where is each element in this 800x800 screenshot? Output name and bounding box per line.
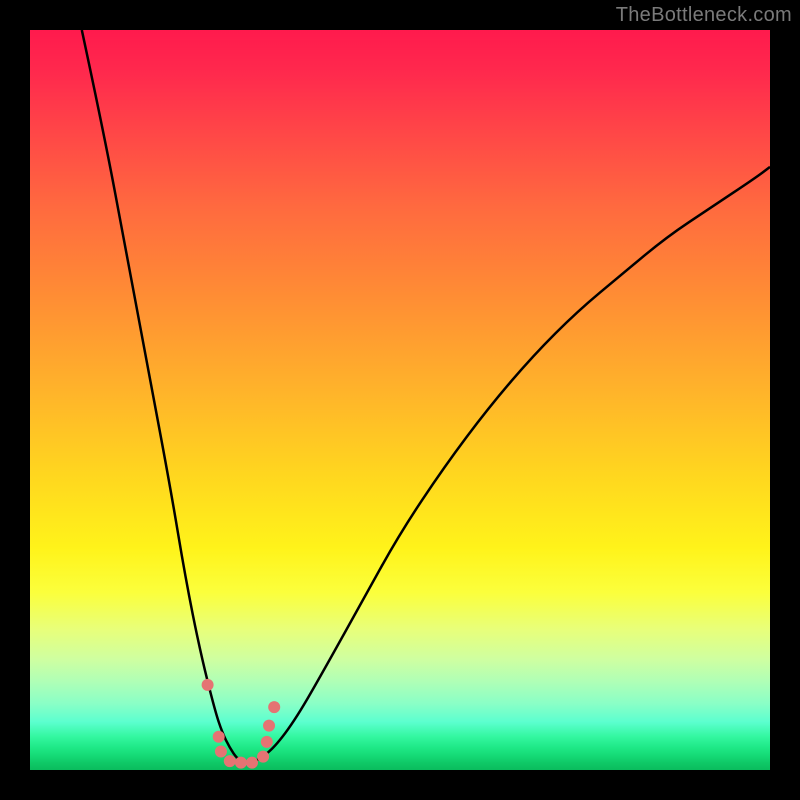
bottleneck-curve-path <box>82 30 770 763</box>
marker-series <box>202 679 281 769</box>
watermark-label: TheBottleneck.com <box>616 4 792 27</box>
data-point-marker <box>261 736 273 748</box>
data-point-marker <box>268 701 280 713</box>
data-point-marker <box>215 746 227 758</box>
chart-svg <box>30 30 770 770</box>
data-point-marker <box>224 755 236 767</box>
plot-area <box>30 30 770 770</box>
data-point-marker <box>213 731 225 743</box>
data-point-marker <box>263 720 275 732</box>
curve-series <box>82 30 770 763</box>
chart-stage: TheBottleneck.com <box>0 0 800 800</box>
data-point-marker <box>235 757 247 769</box>
data-point-marker <box>202 679 214 691</box>
data-point-marker <box>257 751 269 763</box>
data-point-marker <box>246 757 258 769</box>
